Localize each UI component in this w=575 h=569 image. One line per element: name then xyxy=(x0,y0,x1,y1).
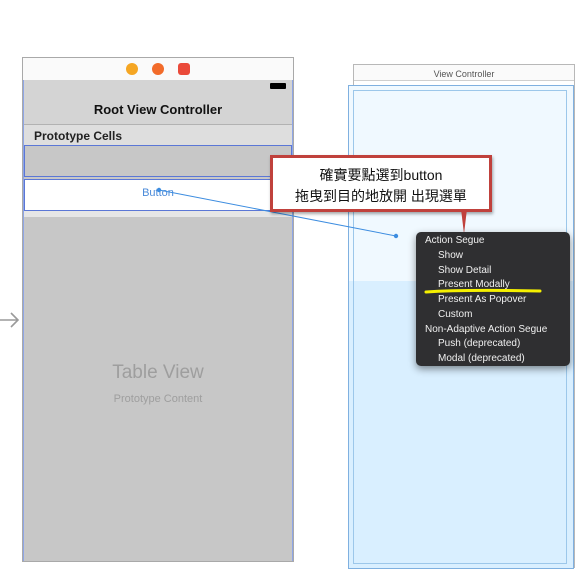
navigation-bar[interactable]: Root View Controller xyxy=(24,80,292,125)
table-view-placeholder-title: Table View xyxy=(112,362,204,383)
section-separator xyxy=(24,211,292,217)
highlight-underline xyxy=(424,288,542,294)
menu-header-action-segue: Action Segue xyxy=(425,235,485,246)
menu-item-push-deprecated[interactable]: Push (deprecated) xyxy=(438,338,520,349)
exit-icon[interactable] xyxy=(178,63,190,75)
menu-item-custom[interactable]: Custom xyxy=(438,309,472,320)
view-controller-icon[interactable] xyxy=(126,63,138,75)
prototype-cell[interactable] xyxy=(24,145,292,177)
entry-segue-arrow-icon xyxy=(0,312,20,328)
cell-button[interactable]: Button xyxy=(24,187,292,199)
callout-line-1: 確實要點選到button xyxy=(319,167,443,183)
first-responder-icon[interactable] xyxy=(152,63,164,75)
menu-header-non-adaptive: Non-Adaptive Action Segue xyxy=(425,324,548,335)
table-view-placeholder-subtitle: Prototype Content xyxy=(113,393,203,405)
annotation-callout: 確實要點選到button 拖曳到目的地放開 出現選單 xyxy=(270,155,492,212)
nav-title: Root View Controller xyxy=(93,102,223,117)
dest-scene-dock: View Controller xyxy=(354,65,574,81)
battery-icon xyxy=(270,83,286,89)
scene-dock xyxy=(23,58,293,81)
menu-item-show-detail[interactable]: Show Detail xyxy=(438,265,491,276)
dest-scene-title: View Controller xyxy=(433,69,495,79)
table-view-canvas[interactable]: Root View Controller Prototype Cells But… xyxy=(23,80,293,561)
menu-item-show[interactable]: Show xyxy=(438,250,463,261)
menu-item-modal-deprecated[interactable]: Modal (deprecated) xyxy=(438,353,525,364)
root-view-controller-scene[interactable]: Root View Controller Prototype Cells But… xyxy=(22,57,294,562)
menu-item-present-as-popover[interactable]: Present As Popover xyxy=(438,294,526,305)
prototype-cells-label: Prototype Cells xyxy=(34,129,123,143)
callout-line-2: 拖曳到目的地放開 出現選單 xyxy=(295,188,467,204)
segue-menu[interactable]: Action Segue Show Show Detail Present Mo… xyxy=(416,232,570,366)
